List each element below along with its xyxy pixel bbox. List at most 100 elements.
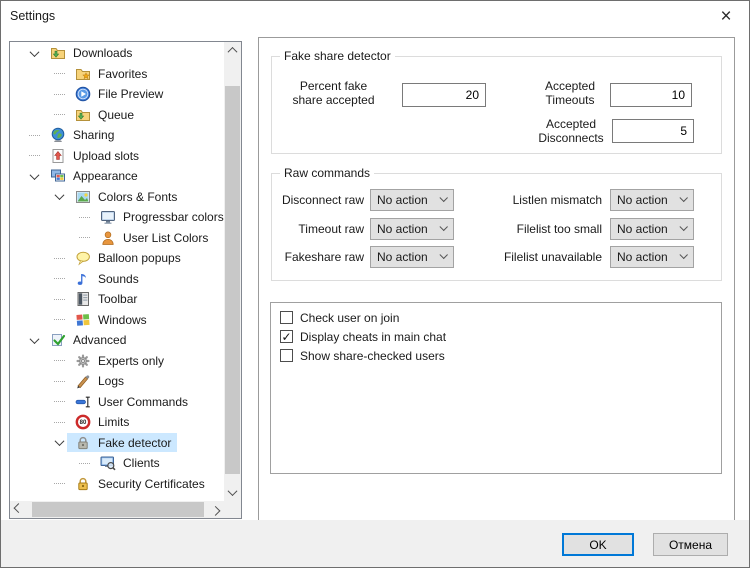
tree-item-experts-only[interactable]: Experts only xyxy=(10,351,224,372)
tree-item-label: Favorites xyxy=(98,66,148,81)
checkbox-check-user-on-join-unchecked[interactable] xyxy=(280,311,293,324)
disconnect-raw-dropdown[interactable]: No action xyxy=(370,189,454,211)
scrollbar-corner xyxy=(224,501,241,518)
tree-item-content: Clients xyxy=(92,454,166,473)
tree-connector xyxy=(51,483,67,485)
tree-item-label: Logs xyxy=(98,374,125,389)
tree-connector xyxy=(51,298,67,300)
tree-item-user-commands[interactable]: User Commands xyxy=(10,392,224,413)
tree-item-logs[interactable]: Logs xyxy=(10,371,224,392)
filelist-too-small-dropdown[interactable]: No action xyxy=(610,218,694,240)
cancel-button[interactable]: Отмена xyxy=(653,533,728,556)
scroll-up-button[interactable] xyxy=(224,42,241,59)
horizontal-scroll-thumb[interactable] xyxy=(32,502,204,517)
check-row-show-share-checked-users[interactable]: Show share-checked users xyxy=(280,346,721,365)
group-title: Fake share detector xyxy=(280,49,395,63)
tree-item-security-certificates[interactable]: Security Certificates xyxy=(10,474,224,495)
tree-connector xyxy=(76,216,92,218)
tree-item-label: User Commands xyxy=(98,394,189,409)
tree-item-label: Appearance xyxy=(73,169,138,184)
chevron-down-icon xyxy=(679,222,688,232)
chevron-right-icon xyxy=(210,505,221,516)
scroll-right-button[interactable] xyxy=(207,501,224,518)
folder-star-icon xyxy=(75,66,91,82)
tree-item-sharing[interactable]: Sharing xyxy=(10,125,224,146)
folder-download-icon xyxy=(75,107,91,123)
scroll-left-button[interactable] xyxy=(10,501,27,518)
tree-connector xyxy=(51,73,67,75)
check-row-check-user-on-join[interactable]: Check user on join xyxy=(280,308,721,327)
monitor-icon xyxy=(100,209,116,225)
tree-item-content: Toolbar xyxy=(67,290,143,309)
dialog-footer: OK Отмена xyxy=(1,520,749,567)
tree-item-sounds[interactable]: Sounds xyxy=(10,269,224,290)
titlebar: Settings × xyxy=(1,1,749,31)
checkbox-show-share-checked-users-unchecked[interactable] xyxy=(280,349,293,362)
expand-chevron-icon[interactable] xyxy=(26,333,42,344)
expand-chevron-icon[interactable] xyxy=(26,169,42,180)
tree-item-file-preview[interactable]: File Preview xyxy=(10,84,224,105)
monitor-search-icon xyxy=(100,455,116,471)
chevron-down-icon xyxy=(29,46,39,57)
music-note-icon xyxy=(75,271,91,287)
expand-chevron-icon[interactable] xyxy=(51,190,67,201)
tree-item-queue[interactable]: Queue xyxy=(10,105,224,126)
tree-item-content: Security Certificates xyxy=(67,474,211,493)
tree-horizontal-scrollbar[interactable] xyxy=(10,501,224,518)
tree-item-fake-detector[interactable]: Fake detector xyxy=(10,433,224,454)
tree-item-label: Downloads xyxy=(73,46,133,61)
listlen-mismatch-dropdown[interactable]: No action xyxy=(610,189,694,211)
tree-item-upload-slots[interactable]: Upload slots xyxy=(10,146,224,167)
tree-item-windows[interactable]: Windows xyxy=(10,310,224,331)
filelist-unavailable-dropdown[interactable]: No action xyxy=(610,246,694,268)
tree-item-clients[interactable]: Clients xyxy=(10,453,224,474)
tree-item-appearance[interactable]: Appearance xyxy=(10,166,224,187)
check-row-display-cheats-in-main-chat[interactable]: ✓ Display cheats in main chat xyxy=(280,327,721,346)
vertical-scroll-thumb[interactable] xyxy=(225,86,240,474)
tree-item-content: Sharing xyxy=(42,126,120,145)
tree-item-toolbar[interactable]: Toolbar xyxy=(10,289,224,310)
tree-item-content: Queue xyxy=(67,105,140,124)
expand-chevron-icon[interactable] xyxy=(26,46,42,57)
tree-item-downloads[interactable]: Downloads xyxy=(10,43,224,64)
tree-connector xyxy=(51,319,67,321)
settings-panel: Fake share detector Percent fake share a… xyxy=(258,37,735,521)
tree-item-advanced[interactable]: Advanced xyxy=(10,330,224,351)
scroll-down-button[interactable] xyxy=(224,484,241,501)
window-title: Settings xyxy=(10,9,56,23)
tree-item-label: Sounds xyxy=(98,271,139,286)
chevron-down-icon xyxy=(54,436,64,447)
percent-fake-share-input[interactable] xyxy=(402,83,486,107)
accepted-disconnects-input[interactable] xyxy=(612,119,694,143)
timeout-raw-dropdown[interactable]: No action xyxy=(370,218,454,240)
fakeshare-raw-dropdown[interactable]: No action xyxy=(370,246,454,268)
ok-button[interactable]: OK xyxy=(562,533,634,556)
tree-item-limits[interactable]: 80 Limits xyxy=(10,412,224,433)
checkbox-display-cheats-in-main-chat-checked[interactable]: ✓ xyxy=(280,330,293,343)
ibeam-icon xyxy=(75,394,91,410)
tree-item-favorites[interactable]: Favorites xyxy=(10,64,224,85)
pen-icon xyxy=(75,373,91,389)
chevron-down-icon xyxy=(29,333,39,344)
svg-text:80: 80 xyxy=(80,420,87,426)
group-title: Raw commands xyxy=(280,166,375,180)
chevron-down-icon xyxy=(29,169,39,180)
tree-vertical-scrollbar[interactable] xyxy=(224,42,241,501)
tree-item-label: Windows xyxy=(98,312,147,327)
tree-item-balloon-popups[interactable]: Balloon popups xyxy=(10,248,224,269)
tree-item-content: Upload slots xyxy=(42,146,145,165)
chevron-down-icon xyxy=(679,193,688,203)
tree-item-content: User List Colors xyxy=(92,228,214,247)
tree-connector xyxy=(51,401,67,403)
close-button[interactable]: × xyxy=(703,1,749,31)
tree-item-label: Queue xyxy=(98,107,135,122)
accepted-timeouts-label: Accepted Timeouts xyxy=(544,79,596,107)
lock-gray-icon xyxy=(75,435,91,451)
accepted-timeouts-input[interactable] xyxy=(610,83,692,107)
chevron-down-icon xyxy=(439,222,448,232)
tree-item-progressbar-colors[interactable]: Progressbar colors xyxy=(10,207,224,228)
tree-item-colors-fonts[interactable]: Colors & Fonts xyxy=(10,187,224,208)
tree-item-label: File Preview xyxy=(98,87,164,102)
tree-item-user-list-colors[interactable]: User List Colors xyxy=(10,228,224,249)
expand-chevron-icon[interactable] xyxy=(51,436,67,447)
